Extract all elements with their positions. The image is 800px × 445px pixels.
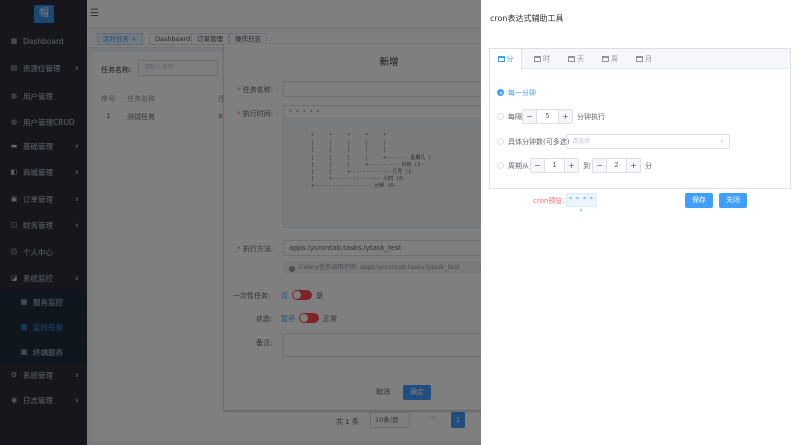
calendar-icon	[636, 56, 643, 62]
stepper-plus-button[interactable]: +	[558, 110, 572, 123]
tab-minute[interactable]: 分	[489, 49, 522, 70]
radio-range[interactable]	[497, 162, 504, 169]
cron-preview-value: * * * * *	[566, 193, 597, 215]
close-button[interactable]: 关闭	[719, 193, 747, 208]
cron-tabs: 分 时 天 周 月	[489, 49, 790, 70]
interval-stepper[interactable]: − 5 +	[522, 109, 573, 124]
cron-helper-drawer: cron表达式辅助工具 分 时 天 周 月	[481, 0, 800, 445]
stepper-plus-button[interactable]: +	[626, 159, 640, 172]
interval-value[interactable]: 5	[537, 110, 558, 123]
radio-interval[interactable]	[497, 113, 504, 120]
calendar-icon	[568, 56, 575, 62]
tab-day[interactable]: 天	[562, 49, 590, 69]
specific-minutes-select[interactable]: 请选择 ∨	[566, 134, 730, 149]
interval-suffix: 分钟执行	[577, 113, 605, 121]
radio-every-minute[interactable]	[497, 89, 504, 96]
range-from-value[interactable]: 1	[545, 159, 564, 172]
radio-specific[interactable]	[497, 138, 504, 145]
range-from-stepper[interactable]: − 1 +	[530, 158, 579, 173]
calendar-icon	[534, 56, 541, 62]
range-prefix: 周期从	[508, 162, 529, 170]
range-to-label: 到	[583, 162, 590, 170]
range-to-value[interactable]: 2	[607, 159, 626, 172]
tab-hour[interactable]: 时	[528, 49, 556, 69]
cron-preview-label: cron预览:	[533, 197, 565, 205]
stepper-minus-button[interactable]: −	[531, 159, 545, 172]
stepper-minus-button[interactable]: −	[523, 110, 537, 123]
tab-week[interactable]: 周	[596, 49, 624, 69]
range-to-stepper[interactable]: − 2 +	[592, 158, 641, 173]
calendar-icon	[602, 56, 609, 62]
specific-label: 具体分钟数(可多选)	[508, 138, 570, 146]
calendar-icon	[497, 56, 505, 62]
drawer-title: cron表达式辅助工具	[490, 14, 564, 23]
stepper-plus-button[interactable]: +	[564, 159, 578, 172]
tab-month[interactable]: 月	[630, 49, 658, 69]
range-suffix: 分	[645, 162, 652, 170]
stepper-minus-button[interactable]: −	[593, 159, 607, 172]
every-minute-label[interactable]: 每一分钟	[508, 88, 536, 98]
save-button[interactable]: 保存	[685, 193, 713, 208]
chevron-down-icon: ∨	[719, 138, 724, 145]
interval-prefix: 每隔	[508, 113, 522, 121]
